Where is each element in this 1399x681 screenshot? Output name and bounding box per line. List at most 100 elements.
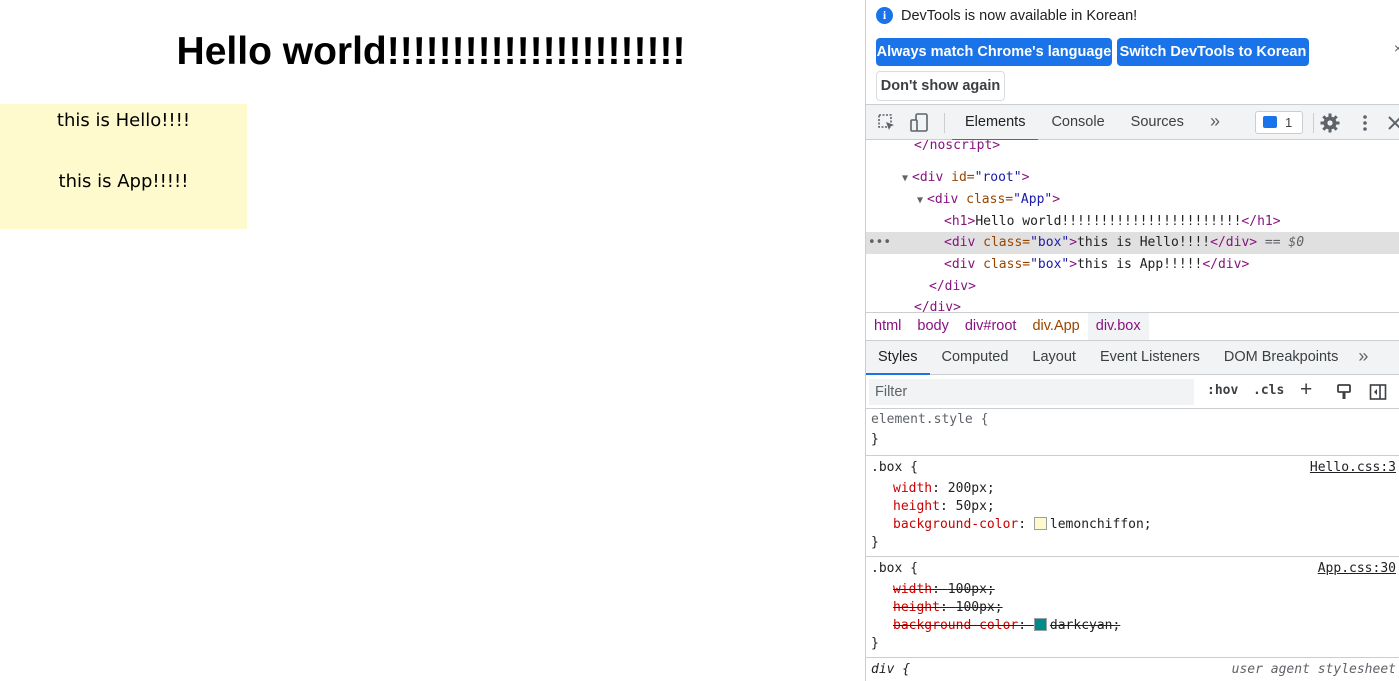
breadcrumb-root[interactable]: div#root bbox=[957, 313, 1025, 340]
dom-tag: > bbox=[1069, 257, 1078, 272]
css-colon: : bbox=[939, 499, 956, 514]
dom-text: this is App!!!!! bbox=[1077, 257, 1203, 272]
css-prop-name: height bbox=[893, 600, 940, 615]
styles-filter-input[interactable] bbox=[869, 379, 1194, 405]
rule-source-link[interactable]: App.css:30 bbox=[1318, 560, 1396, 578]
class-toggle[interactable]: .cls bbox=[1253, 383, 1284, 398]
color-swatch[interactable] bbox=[1033, 618, 1047, 631]
close-infobar-icon[interactable]: × bbox=[1394, 40, 1399, 56]
dom-tag: > bbox=[1021, 170, 1030, 185]
dom-line-noscript[interactable]: </noscript> bbox=[914, 140, 1399, 157]
dom-attr-value: "box" bbox=[1030, 257, 1070, 272]
dom-line-app-close[interactable]: </div> bbox=[929, 276, 1399, 298]
dom-text: Hello world!!!!!!!!!!!!!!!!!!!!!!! bbox=[975, 214, 1242, 229]
css-colon: : bbox=[939, 600, 956, 615]
match-language-button[interactable]: Always match Chrome's language bbox=[876, 38, 1112, 66]
css-colon: : bbox=[932, 582, 948, 597]
expand-triangle-icon[interactable]: ▼ bbox=[902, 168, 912, 190]
dom-tag: <div bbox=[912, 170, 944, 185]
more-options-icon[interactable] bbox=[1354, 112, 1376, 134]
dom-line-h1[interactable]: <h1>Hello world!!!!!!!!!!!!!!!!!!!!!!!</… bbox=[944, 211, 1399, 233]
dom-attr: class= bbox=[958, 192, 1014, 207]
issues-count: 1 bbox=[1285, 115, 1293, 130]
page-heading: Hello world!!!!!!!!!!!!!!!!!!!!!!! bbox=[176, 30, 686, 73]
dom-tag: > bbox=[1069, 235, 1078, 250]
css-property[interactable]: height: 50px; bbox=[893, 498, 995, 516]
css-property[interactable]: width: 200px; bbox=[893, 480, 995, 498]
css-prop-value: 100px; bbox=[947, 582, 995, 597]
dom-selected-marker: == $0 bbox=[1257, 235, 1305, 250]
rule-selector: div { bbox=[871, 662, 911, 677]
dom-line-root[interactable]: ▼ <div id="root"> bbox=[902, 167, 1399, 189]
inspect-element-icon[interactable] bbox=[876, 112, 898, 134]
dont-show-again-button[interactable]: Don't show again bbox=[876, 71, 1005, 101]
css-colon: : bbox=[932, 481, 948, 496]
element-style-rule[interactable]: element.style { } bbox=[866, 409, 1399, 456]
tab-computed[interactable]: Computed bbox=[930, 341, 1021, 374]
language-infobar: i DevTools is now available in Korean! A… bbox=[866, 0, 1399, 104]
dom-line-app[interactable]: ▼ <div class="App"> bbox=[917, 189, 1399, 211]
breadcrumb: html body div#root div.App div.box bbox=[866, 312, 1399, 341]
css-property-overridden[interactable]: width: 100px; bbox=[893, 581, 995, 599]
breadcrumb-app[interactable]: div.App bbox=[1024, 313, 1087, 340]
devtools-toolbar: Elements Console Sources » 1 bbox=[866, 104, 1399, 141]
css-property[interactable]: background-color: lemonchiffon; bbox=[893, 516, 1152, 534]
dom-tree: </noscript> ▼ <div id="root"> ▼ <div class… bbox=[866, 140, 1399, 312]
css-prop-value: lemonchiffon; bbox=[1049, 517, 1152, 532]
css-colon: : bbox=[1018, 618, 1034, 633]
css-prop-name: background-color bbox=[893, 517, 1019, 532]
tab-console[interactable]: Console bbox=[1038, 105, 1117, 140]
div-rule-user-agent[interactable]: div { user agent stylesheet bbox=[866, 658, 1399, 681]
dom-tag: <div bbox=[927, 192, 959, 207]
dom-attr: id= bbox=[943, 170, 975, 185]
breadcrumb-html[interactable]: html bbox=[866, 313, 909, 340]
dom-attr: class= bbox=[975, 257, 1031, 272]
sidebar-toggle-icon[interactable] bbox=[1369, 383, 1387, 401]
css-prop-value: darkcyan; bbox=[1049, 618, 1121, 633]
dom-line-box-selected[interactable]: ••• <div class="box">this is Hello!!!!</d… bbox=[866, 232, 1399, 254]
screen: Hello world!!!!!!!!!!!!!!!!!!!!!!! this … bbox=[0, 0, 1399, 681]
more-tabs-icon[interactable]: » bbox=[1210, 105, 1220, 138]
css-property-overridden[interactable]: background-color: darkcyan; bbox=[893, 617, 1120, 635]
dom-tag: </div> bbox=[1210, 235, 1258, 250]
rule-source-link[interactable]: Hello.css:3 bbox=[1310, 459, 1396, 477]
dom-line-root-close[interactable]: </div> bbox=[914, 297, 1399, 312]
new-rule-button[interactable]: + bbox=[1300, 378, 1312, 402]
breadcrumb-body[interactable]: body bbox=[909, 313, 956, 340]
styles-filter-bar: :hov .cls + bbox=[866, 375, 1399, 409]
infobar-message: DevTools is now available in Korean! bbox=[901, 8, 1138, 24]
tab-sources[interactable]: Sources bbox=[1118, 105, 1197, 140]
dom-line-box[interactable]: <div class="box">this is App!!!!!</div> bbox=[944, 254, 1399, 276]
dom-options-icon[interactable]: ••• bbox=[868, 232, 891, 254]
tab-event-listeners[interactable]: Event Listeners bbox=[1088, 341, 1212, 374]
gear-icon[interactable] bbox=[1319, 112, 1341, 134]
tab-layout[interactable]: Layout bbox=[1020, 341, 1088, 374]
expand-triangle-icon[interactable]: ▼ bbox=[917, 190, 927, 212]
app-box: this is App!!!!! bbox=[0, 167, 247, 229]
rule-selector: .box { bbox=[871, 561, 918, 576]
dom-attr: class= bbox=[975, 235, 1031, 250]
css-prop-value: 50px; bbox=[955, 499, 995, 514]
breadcrumb-box[interactable]: div.box bbox=[1087, 313, 1149, 340]
dom-tag: <div bbox=[944, 257, 976, 272]
dom-text: </noscript> bbox=[914, 140, 1001, 153]
color-swatch[interactable] bbox=[1033, 517, 1047, 530]
tab-dom-breakpoints[interactable]: DOM Breakpoints bbox=[1212, 341, 1350, 374]
hover-state-toggle[interactable]: :hov bbox=[1207, 383, 1238, 398]
box-rule-app[interactable]: .box { App.css:30 width: 100px; height: … bbox=[866, 557, 1399, 658]
dom-attr-value: "box" bbox=[1030, 235, 1070, 250]
toolbar-divider bbox=[1313, 113, 1314, 133]
css-prop-name: height bbox=[893, 499, 940, 514]
paint-brush-icon[interactable] bbox=[1335, 383, 1353, 401]
css-property-overridden[interactable]: height: 100px; bbox=[893, 599, 1003, 617]
tab-elements[interactable]: Elements bbox=[952, 105, 1039, 141]
device-toolbar-icon[interactable] bbox=[908, 112, 930, 134]
issues-badge[interactable]: 1 bbox=[1255, 111, 1303, 134]
close-devtools-icon[interactable] bbox=[1384, 112, 1399, 134]
switch-language-button[interactable]: Switch DevTools to Korean bbox=[1117, 38, 1309, 66]
tab-styles[interactable]: Styles bbox=[866, 341, 930, 375]
box-rule-hello[interactable]: .box { Hello.css:3 width: 200px; height:… bbox=[866, 456, 1399, 557]
rule-selector: .box { bbox=[871, 460, 918, 475]
more-subtabs-icon[interactable]: » bbox=[1350, 341, 1376, 374]
styles-subtabs: Styles Computed Layout Event Listeners D… bbox=[866, 341, 1399, 375]
